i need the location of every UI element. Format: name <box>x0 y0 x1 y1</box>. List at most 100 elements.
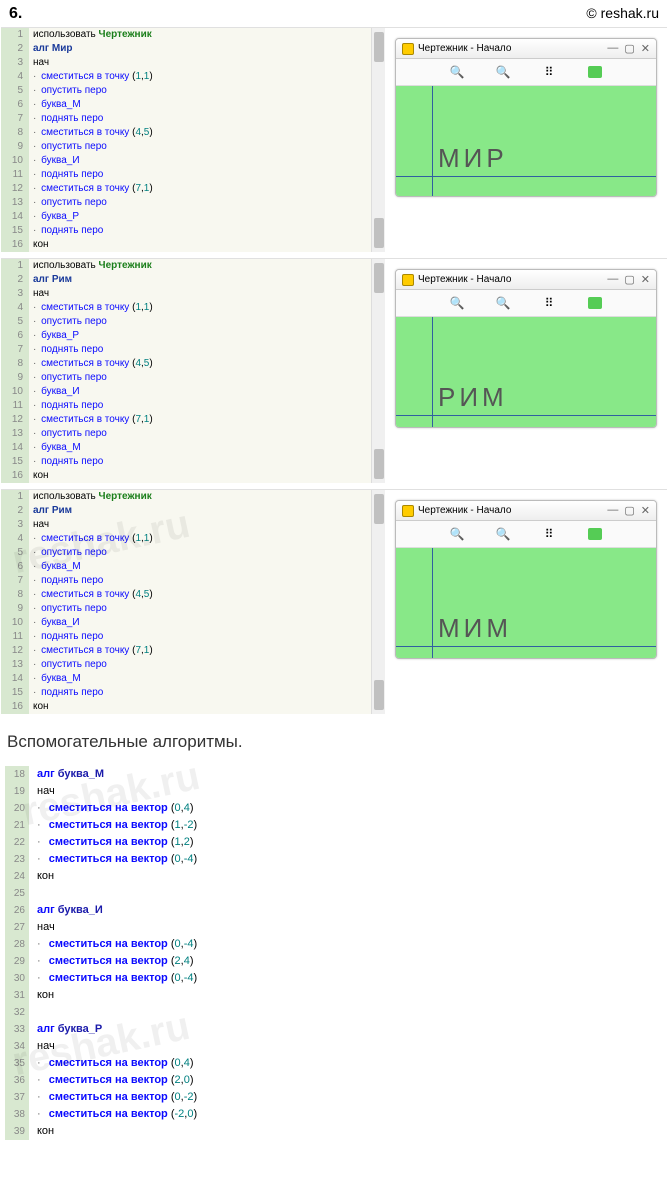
line-number: 24 <box>5 868 29 885</box>
aux-code-line: 29 · сместиться на вектор (2,4) <box>5 953 663 970</box>
code-line: 2 алг Рим <box>1 273 371 287</box>
aux-code-line: 20 · сместиться на вектор (0,4) <box>5 800 663 817</box>
app-icon <box>402 43 414 55</box>
minimize-button[interactable]: — <box>607 273 618 286</box>
aux-title: Вспомогательные алгоритмы. <box>1 720 667 762</box>
minimize-button[interactable]: — <box>607 42 618 55</box>
minimize-button[interactable]: — <box>607 504 618 517</box>
aux-code-line: 34 нач <box>5 1038 663 1055</box>
code-line: 8 · сместиться в точку (4,5) <box>1 126 371 140</box>
code-line: 11 · поднять перо <box>1 399 371 413</box>
code-line: 1 использовать Чертежник <box>1 490 371 504</box>
grid-icon[interactable]: ⠿ <box>541 295 557 311</box>
code-line: 11 · поднять перо <box>1 630 371 644</box>
maximize-button[interactable]: ▢ <box>624 42 634 55</box>
code-line: 3 нач <box>1 56 371 70</box>
line-number: 19 <box>5 783 29 800</box>
zoom-in-icon[interactable]: 🔍 <box>449 295 465 311</box>
code-line: 7 · поднять перо <box>1 574 371 588</box>
canvas-text: МИМ <box>438 613 512 644</box>
scrollbar[interactable] <box>371 28 385 252</box>
code-editor[interactable]: 1 использовать Чертежник 2 алг Рим 3 нач… <box>1 490 371 714</box>
code-line: 2 алг Мир <box>1 42 371 56</box>
run-icon[interactable] <box>587 526 603 542</box>
line-number: 6 <box>1 98 29 112</box>
line-number: 33 <box>5 1021 29 1038</box>
line-number: 27 <box>5 919 29 936</box>
code-line: 5 · опустить перо <box>1 84 371 98</box>
line-number: 3 <box>1 287 29 301</box>
zoom-out-icon[interactable]: 🔍 <box>495 295 511 311</box>
line-number: 18 <box>5 766 29 783</box>
code-line: 16 кон <box>1 700 371 714</box>
line-number: 12 <box>1 644 29 658</box>
maximize-button[interactable]: ▢ <box>624 504 634 517</box>
line-number: 11 <box>1 399 29 413</box>
line-number: 1 <box>1 490 29 504</box>
aux-code-line: 23 · сместиться на вектор (0,-4) <box>5 851 663 868</box>
line-number: 3 <box>1 56 29 70</box>
code-line: 4 · сместиться в точку (1,1) <box>1 70 371 84</box>
code-line: 7 · поднять перо <box>1 112 371 126</box>
output-window: Чертежник - Начало — ▢ ✕ 🔍 🔍 ⠿ <box>395 38 657 197</box>
output-window: Чертежник - Начало — ▢ ✕ 🔍 🔍 ⠿ <box>395 500 657 659</box>
code-line: 14 · буква_М <box>1 441 371 455</box>
aux-code-line: 25 <box>5 885 663 902</box>
close-button[interactable]: ✕ <box>641 42 650 55</box>
code-line: 16 кон <box>1 238 371 252</box>
window-title: Чертежник - Начало <box>418 274 511 285</box>
line-number: 13 <box>1 658 29 672</box>
code-line: 1 использовать Чертежник <box>1 259 371 273</box>
line-number: 7 <box>1 112 29 126</box>
line-number: 22 <box>5 834 29 851</box>
code-line: 11 · поднять перо <box>1 168 371 182</box>
line-number: 23 <box>5 851 29 868</box>
code-line: 9 · опустить перо <box>1 371 371 385</box>
line-number: 29 <box>5 953 29 970</box>
code-line: 8 · сместиться в точку (4,5) <box>1 357 371 371</box>
line-number: 12 <box>1 413 29 427</box>
grid-icon[interactable]: ⠿ <box>541 526 557 542</box>
grid-icon[interactable]: ⠿ <box>541 64 557 80</box>
zoom-in-icon[interactable]: 🔍 <box>449 526 465 542</box>
code-line: 12 · сместиться в точку (7,1) <box>1 644 371 658</box>
line-number: 16 <box>1 469 29 483</box>
line-number: 10 <box>1 385 29 399</box>
window-title: Чертежник - Начало <box>418 43 511 54</box>
line-number: 21 <box>5 817 29 834</box>
scrollbar[interactable] <box>371 490 385 714</box>
line-number: 7 <box>1 574 29 588</box>
run-icon[interactable] <box>587 64 603 80</box>
run-icon[interactable] <box>587 295 603 311</box>
maximize-button[interactable]: ▢ <box>624 273 634 286</box>
line-number: 36 <box>5 1072 29 1089</box>
aux-code-line: 18 алг буква_М <box>5 766 663 783</box>
code-line: 5 · опустить перо <box>1 315 371 329</box>
line-number: 9 <box>1 140 29 154</box>
zoom-out-icon[interactable]: 🔍 <box>495 64 511 80</box>
line-number: 2 <box>1 42 29 56</box>
zoom-out-icon[interactable]: 🔍 <box>495 526 511 542</box>
zoom-in-icon[interactable]: 🔍 <box>449 64 465 80</box>
line-number: 13 <box>1 427 29 441</box>
code-line: 8 · сместиться в точку (4,5) <box>1 588 371 602</box>
aux-code-line: 38 · сместиться на вектор (-2,0) <box>5 1106 663 1123</box>
code-line: 9 · опустить перо <box>1 140 371 154</box>
code-editor[interactable]: 1 использовать Чертежник 2 алг Рим 3 нач… <box>1 259 371 483</box>
line-number: 9 <box>1 371 29 385</box>
code-line: 16 кон <box>1 469 371 483</box>
line-number: 5 <box>1 84 29 98</box>
code-line: 15 · поднять перо <box>1 455 371 469</box>
line-number: 2 <box>1 273 29 287</box>
canvas: МИР <box>396 86 656 196</box>
code-line: 15 · поднять перо <box>1 224 371 238</box>
aux-code-line: 26 алг буква_И <box>5 902 663 919</box>
line-number: 6 <box>1 560 29 574</box>
close-button[interactable]: ✕ <box>641 504 650 517</box>
code-editor[interactable]: 1 использовать Чертежник 2 алг Мир 3 нач… <box>1 28 371 252</box>
line-number: 25 <box>5 885 29 902</box>
code-line: 2 алг Рим <box>1 504 371 518</box>
scrollbar[interactable] <box>371 259 385 483</box>
close-button[interactable]: ✕ <box>641 273 650 286</box>
aux-code-line: 39 кон <box>5 1123 663 1140</box>
